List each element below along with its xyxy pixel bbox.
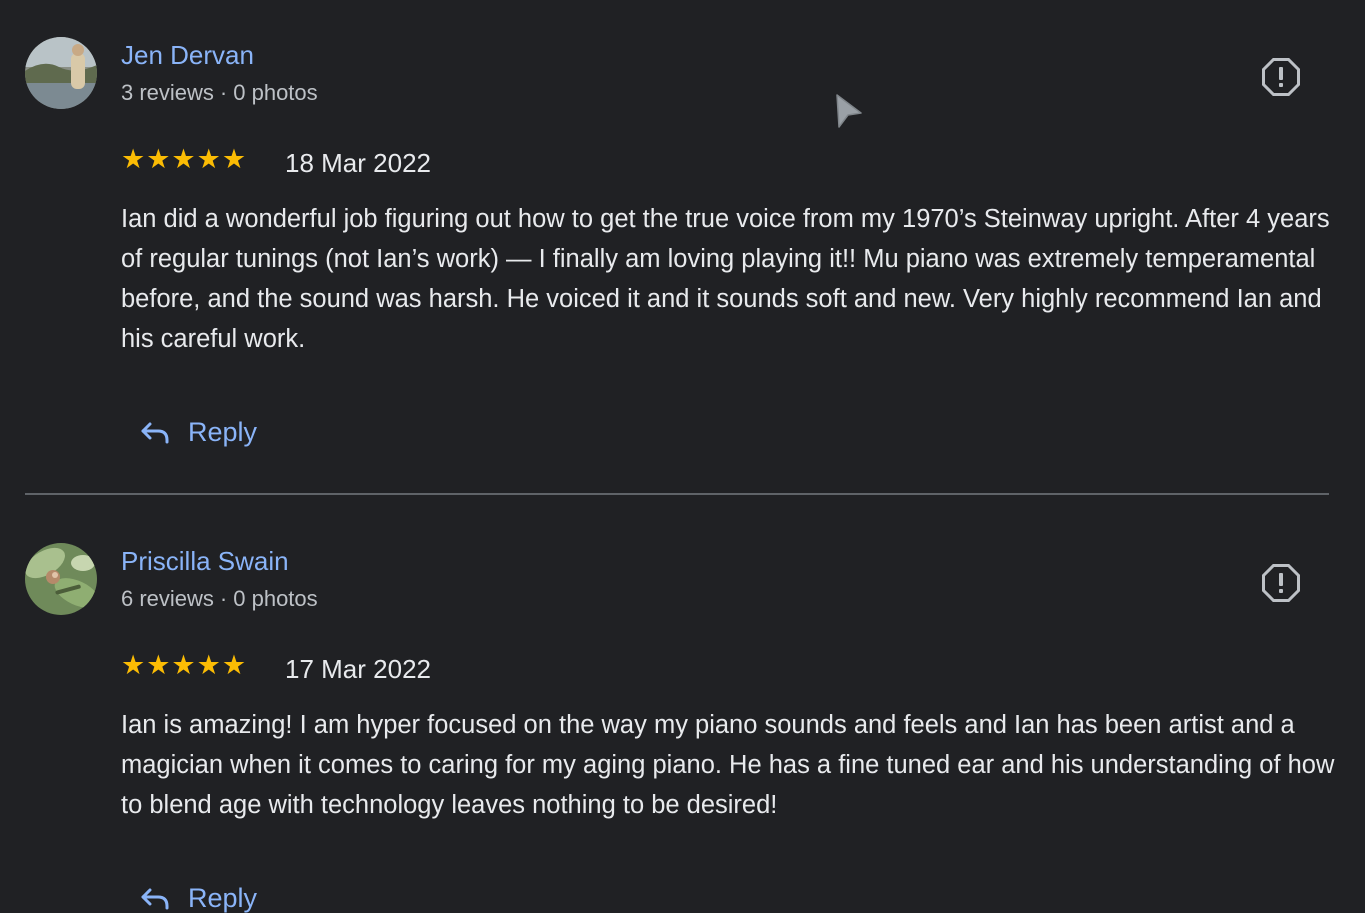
reply-arrow-icon: [141, 888, 169, 910]
reply-button[interactable]: Reply: [140, 412, 257, 452]
photos-count: 0 photos: [233, 80, 318, 105]
review-text: Ian did a wonderful job figuring out how…: [121, 205, 1330, 353]
reviewer-avatar[interactable]: [25, 543, 97, 615]
report-flag-icon[interactable]: [1262, 58, 1300, 96]
review-date: 18 Mar 2022: [285, 148, 431, 178]
reviewer-meta: 3 reviews · 0 photos: [121, 80, 318, 106]
review-date: 17 Mar 2022: [285, 654, 431, 684]
report-flag-icon[interactable]: [1262, 564, 1300, 602]
photos-count: 0 photos: [233, 586, 318, 611]
review-divider: [25, 493, 1329, 495]
reply-arrow-icon: [141, 422, 169, 444]
reply-button[interactable]: Reply: [140, 878, 257, 913]
reviewer-name[interactable]: Priscilla Swain: [121, 546, 289, 577]
meta-separator: ·: [219, 80, 228, 105]
reply-label: Reply: [188, 416, 258, 447]
mouse-pointer-icon: [834, 93, 864, 134]
reviews-page: Jen Dervan 3 reviews · 0 photos ★★★★★ 18 M…: [0, 0, 1365, 913]
star-rating: ★★★★★: [121, 650, 248, 680]
review-text: Ian is amazing! I am hyper focused on th…: [121, 711, 1335, 819]
reviewer-avatar[interactable]: [25, 37, 97, 109]
star-rating: ★★★★★: [121, 144, 248, 174]
reviewer-name[interactable]: Jen Dervan: [121, 40, 254, 71]
reviews-count: 3 reviews: [121, 80, 214, 105]
reviewer-meta: 6 reviews · 0 photos: [121, 586, 318, 612]
reviews-count: 6 reviews: [121, 586, 214, 611]
reply-label: Reply: [188, 882, 258, 913]
meta-separator: ·: [219, 586, 228, 611]
